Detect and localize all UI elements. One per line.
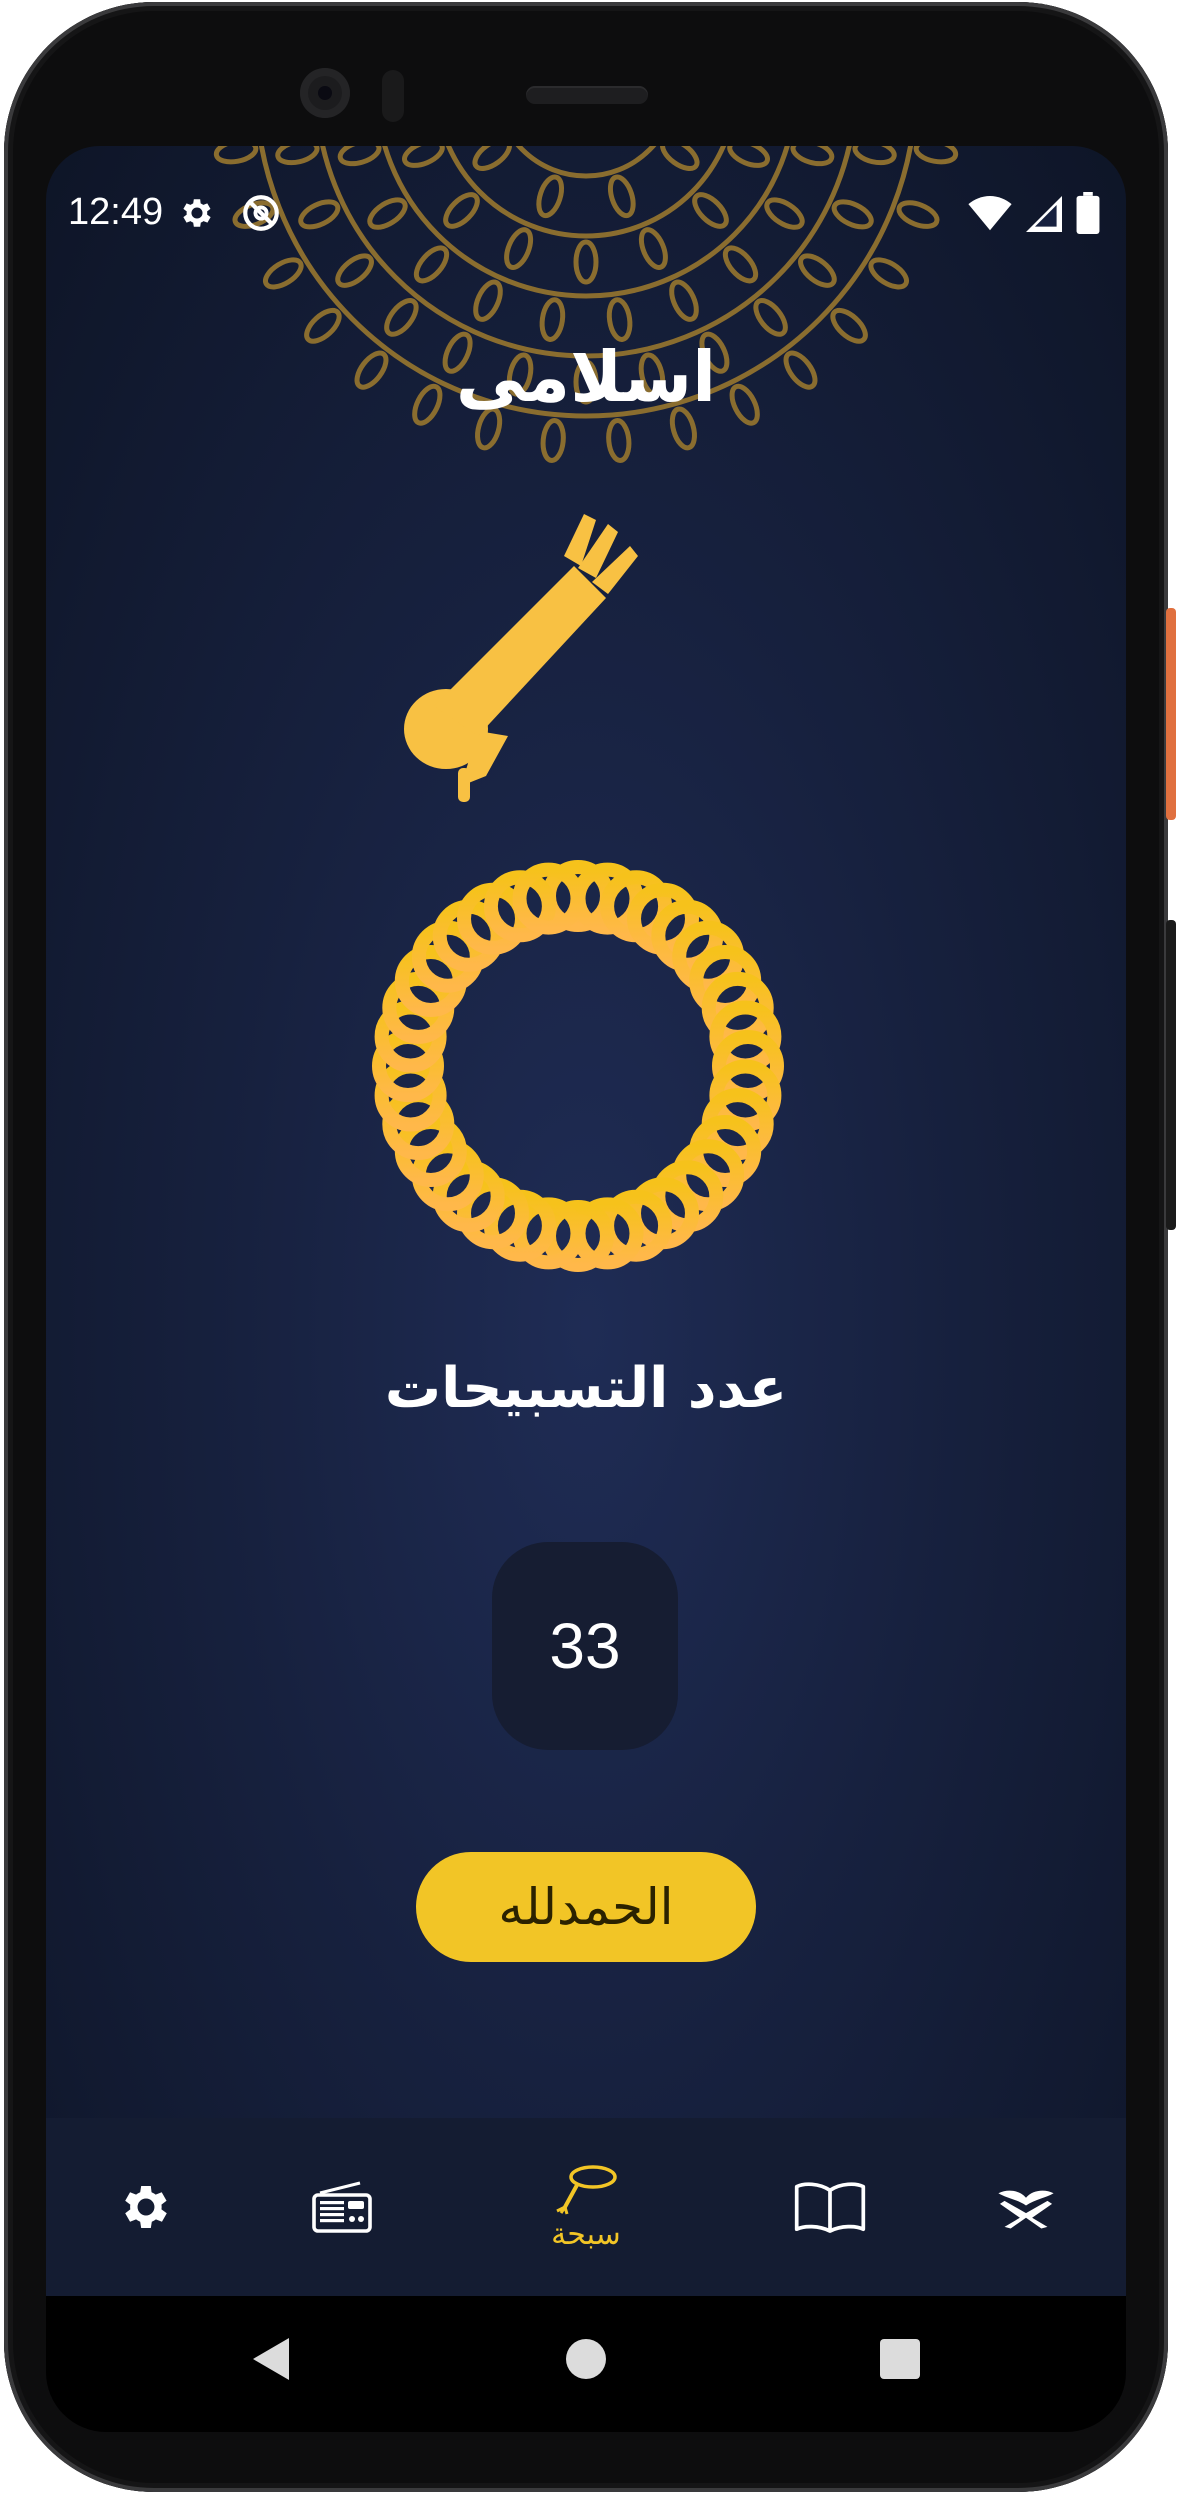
mandala-petal	[473, 279, 503, 322]
book-icon	[794, 2182, 866, 2233]
volume-button	[1166, 920, 1176, 1230]
nav-item-radio[interactable]	[282, 2118, 402, 2296]
bead-ring	[372, 860, 784, 1272]
counter-value: 33	[549, 1610, 621, 1682]
tasbeeh-icon	[556, 2164, 617, 2214]
nav-item-quran[interactable]	[966, 2118, 1086, 2296]
do-not-disturb-icon	[243, 195, 279, 231]
mandala-petal	[753, 298, 788, 337]
home-button[interactable]	[564, 2334, 608, 2384]
wifi-icon	[968, 196, 1012, 231]
nav-item-settings[interactable]	[86, 2118, 206, 2296]
status-bar: 12:49	[46, 146, 1126, 276]
mandala-petal	[669, 279, 699, 322]
settings-icon	[125, 2185, 167, 2229]
cell-signal-icon	[1026, 196, 1062, 232]
nav-item-tasbeeh[interactable]: سبحة	[516, 2118, 656, 2296]
status-time: 12:49	[68, 191, 164, 233]
mandala-petal	[384, 298, 419, 337]
quran-icon	[998, 2190, 1054, 2229]
radio-icon	[312, 2181, 372, 2233]
counter-display: 33	[492, 1542, 678, 1750]
front-camera	[300, 68, 350, 118]
nav-label-tasbeeh: سبحة	[551, 2216, 621, 2252]
dhikr-button-label: الحمدلله	[498, 1878, 674, 1936]
dhikr-button[interactable]: الحمدلله	[416, 1852, 756, 1962]
system-nav-bar	[46, 2296, 1126, 2432]
battery-icon	[1076, 192, 1100, 234]
back-button[interactable]	[249, 2334, 293, 2384]
mandala-petal	[606, 297, 633, 342]
tassel	[404, 514, 638, 802]
tasbeeh-beads-image[interactable]	[246, 406, 926, 1406]
proximity-sensor	[382, 70, 404, 122]
bottom-nav: سبحة	[46, 2118, 1126, 2296]
recents-button[interactable]	[878, 2334, 922, 2384]
mandala-petal	[539, 297, 566, 342]
nav-item-hadith[interactable]	[770, 2118, 890, 2296]
counter-label: عدد التسبيحات	[384, 1356, 788, 1421]
power-button	[1166, 608, 1176, 820]
settings-icon	[183, 199, 211, 227]
earpiece-speaker	[526, 86, 648, 104]
app-screen: 12:49 اسلامى عدد التسبيحات 33 الحمدلله س…	[46, 146, 1126, 2296]
